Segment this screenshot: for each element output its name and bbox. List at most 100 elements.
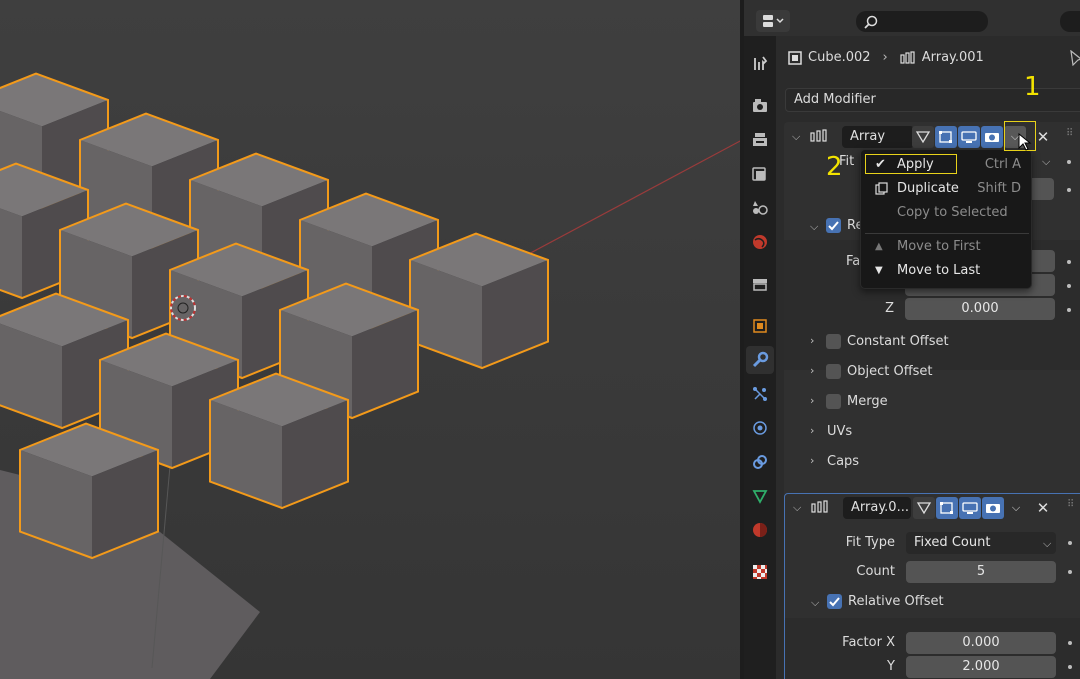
breadcrumb-object: Cube.002	[808, 50, 871, 65]
tab-render[interactable]	[746, 92, 774, 120]
constant-offset-checkbox[interactable]	[826, 334, 841, 349]
move-to-last-label: Move to Last	[897, 263, 981, 278]
render-icon	[753, 99, 767, 112]
modifier-name-field[interactable]: Array	[842, 126, 914, 148]
array-001-modifier-panel: ⌵ Array.0... ⌵ ✕ ⠿ Fit Type Fixed Count …	[784, 493, 1080, 679]
drag-handle-icon[interactable]: ⠿	[1067, 499, 1074, 510]
factor-y-field[interactable]: 2.000	[906, 656, 1056, 678]
edit-mode-button[interactable]	[936, 497, 958, 519]
animate-dot[interactable]	[1067, 308, 1071, 312]
world-icon	[753, 235, 767, 249]
remove-modifier-button[interactable]: ✕	[1035, 129, 1051, 145]
tab-view-layer[interactable]	[746, 160, 774, 188]
edit-mode-icon	[940, 502, 953, 514]
tab-physics[interactable]	[746, 414, 774, 442]
realtime-display-button[interactable]	[959, 497, 981, 519]
output-icon	[753, 133, 767, 146]
menu-item-copy-to-selected[interactable]: Copy to Selected	[865, 202, 1029, 224]
sub-panel-object-offset[interactable]: › Object Offset	[784, 358, 1080, 386]
factor-x-label: Factor X	[842, 635, 895, 650]
fit-type-label: Fit Type	[845, 535, 895, 550]
count-field[interactable]: 5	[906, 561, 1056, 583]
tab-tool[interactable]	[746, 50, 774, 78]
render-toggle-button[interactable]	[982, 497, 1004, 519]
expand-chevron-icon: ›	[810, 364, 815, 377]
animate-dot[interactable]	[1068, 570, 1072, 574]
monitor-icon	[961, 131, 977, 143]
relative-offset-checkbox[interactable]	[827, 594, 842, 609]
editor-type-button[interactable]	[756, 10, 790, 32]
relative-offset-chevron-icon[interactable]: ⌵	[810, 220, 818, 234]
mouse-cursor-icon	[1018, 133, 1032, 151]
apply-highlight-box	[865, 154, 957, 174]
cube[interactable]	[19, 422, 159, 560]
tab-particles[interactable]	[746, 380, 774, 408]
second-search-input[interactable]	[1060, 11, 1080, 32]
tab-texture[interactable]	[746, 558, 774, 586]
animate-dot[interactable]	[1068, 641, 1072, 645]
animate-dot[interactable]	[1068, 541, 1072, 545]
tab-collection[interactable]	[746, 270, 774, 298]
remove-modifier-button[interactable]: ✕	[1035, 500, 1051, 516]
annotation-step-1: 1	[1024, 72, 1041, 102]
drag-handle-icon[interactable]: ⠿	[1066, 128, 1073, 139]
factor-x-field[interactable]: 0.000	[906, 632, 1056, 654]
collapse-chevron-icon[interactable]: ⌵	[793, 501, 801, 515]
sub-panel-uvs[interactable]: › UVs	[784, 418, 1080, 446]
sub-panel-constant-offset[interactable]: › Constant Offset	[784, 328, 1080, 356]
relative-offset-chevron-icon[interactable]: ⌵	[811, 596, 819, 610]
animate-dot[interactable]	[1067, 160, 1071, 164]
3d-viewport[interactable]	[0, 0, 742, 679]
modifier-name-field[interactable]: Array.0...	[843, 497, 911, 519]
chevron-down-icon: ⌵	[1043, 537, 1052, 550]
search-input[interactable]	[856, 11, 988, 32]
tab-output[interactable]	[746, 126, 774, 154]
tab-scene[interactable]	[746, 194, 774, 222]
caps-label: Caps	[827, 454, 860, 469]
edit-mode-button[interactable]	[935, 126, 957, 148]
sub-panel-caps[interactable]: › Caps	[784, 448, 1080, 476]
modifier-header: ⌵ Array.0... ⌵ ✕ ⠿	[785, 495, 1080, 521]
object-icon	[753, 319, 767, 333]
menu-item-duplicate[interactable]: Duplicate Shift D	[865, 178, 1029, 200]
menu-item-move-to-first[interactable]: ▲ Move to First	[865, 236, 1029, 258]
uvs-label: UVs	[827, 424, 853, 439]
copy-to-selected-label: Copy to Selected	[897, 205, 1008, 220]
pin-icon[interactable]	[1068, 50, 1080, 66]
relative-offset-label: Relative Offset	[848, 594, 944, 609]
collapse-chevron-icon[interactable]: ⌵	[792, 130, 800, 144]
factor-z-field[interactable]: 0.000	[905, 298, 1055, 320]
tab-object[interactable]	[746, 312, 774, 340]
array-modifier-icon	[811, 500, 828, 513]
collection-icon	[753, 279, 767, 291]
animate-dot[interactable]	[1067, 284, 1071, 288]
fit-type-select[interactable]: Fixed Count	[906, 532, 1056, 554]
apply-shortcut: Ctrl A	[984, 157, 1021, 172]
fit-type-chevron-icon[interactable]: ⌵	[1042, 155, 1050, 169]
tab-data[interactable]	[746, 482, 774, 510]
tab-material[interactable]	[746, 516, 774, 544]
cube[interactable]	[209, 372, 349, 510]
realtime-display-button[interactable]	[958, 126, 980, 148]
cube[interactable]	[409, 232, 549, 370]
array-modifier-icon	[900, 50, 915, 64]
tab-world[interactable]	[746, 228, 774, 256]
tab-modifiers[interactable]	[746, 346, 774, 374]
sub-panel-merge[interactable]: › Merge	[784, 388, 1080, 416]
menu-item-move-to-last[interactable]: ▼ Move to Last	[865, 260, 1029, 282]
edit-mode-cage-button[interactable]	[913, 497, 935, 519]
edit-mode-cage-button[interactable]	[912, 126, 934, 148]
merge-checkbox[interactable]	[826, 394, 841, 409]
triangle-up-icon: ▲	[875, 241, 883, 252]
render-toggle-button[interactable]	[981, 126, 1003, 148]
view-layer-icon	[752, 167, 766, 181]
constant-offset-label: Constant Offset	[847, 334, 949, 349]
object-offset-checkbox[interactable]	[826, 364, 841, 379]
animate-dot[interactable]	[1068, 665, 1072, 669]
relative-offset-checkbox[interactable]	[826, 218, 841, 233]
modifier-extras-dropdown[interactable]: ⌵	[1005, 497, 1027, 519]
animate-dot[interactable]	[1067, 260, 1071, 264]
animate-dot[interactable]	[1067, 188, 1071, 192]
breadcrumb-modifier: Array.001	[921, 50, 984, 65]
tab-constraints[interactable]	[746, 448, 774, 476]
